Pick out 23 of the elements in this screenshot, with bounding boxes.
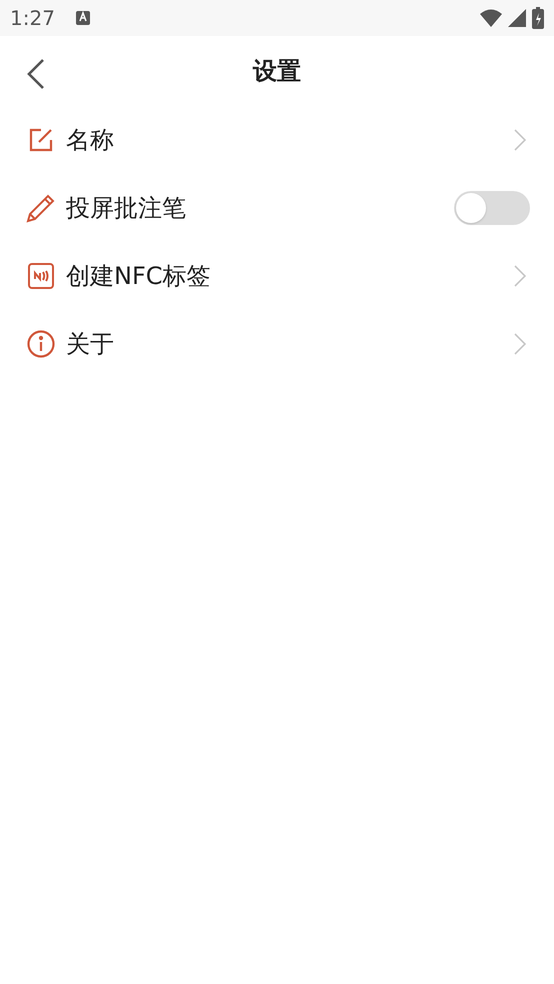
nfc-icon: [27, 262, 55, 290]
toggle-switch[interactable]: [454, 191, 530, 225]
status-time: 1:27: [10, 6, 55, 30]
settings-item[interactable]: 名称: [0, 106, 554, 174]
keyboard-icon: [74, 10, 91, 26]
page-title: 设置: [253, 56, 301, 87]
wifi-icon: [480, 9, 502, 27]
battery-icon: [532, 7, 544, 29]
settings-item[interactable]: 创建NFC标签: [0, 242, 554, 310]
chevron-right-icon: [514, 265, 526, 287]
chevron-right-icon: [514, 333, 526, 355]
back-icon: [26, 58, 46, 90]
settings-item[interactable]: 关于: [0, 310, 554, 378]
item-label: 创建NFC标签: [66, 261, 212, 292]
signal-icon: [508, 9, 526, 27]
settings-item[interactable]: 投屏批注笔: [0, 174, 554, 242]
edit-icon: [27, 126, 55, 154]
info-icon: [26, 329, 56, 359]
pencil-icon: [25, 192, 57, 224]
item-label: 关于: [66, 329, 115, 360]
chevron-right-icon: [514, 129, 526, 151]
item-label: 投屏批注笔: [66, 193, 187, 224]
item-label: 名称: [66, 125, 115, 156]
